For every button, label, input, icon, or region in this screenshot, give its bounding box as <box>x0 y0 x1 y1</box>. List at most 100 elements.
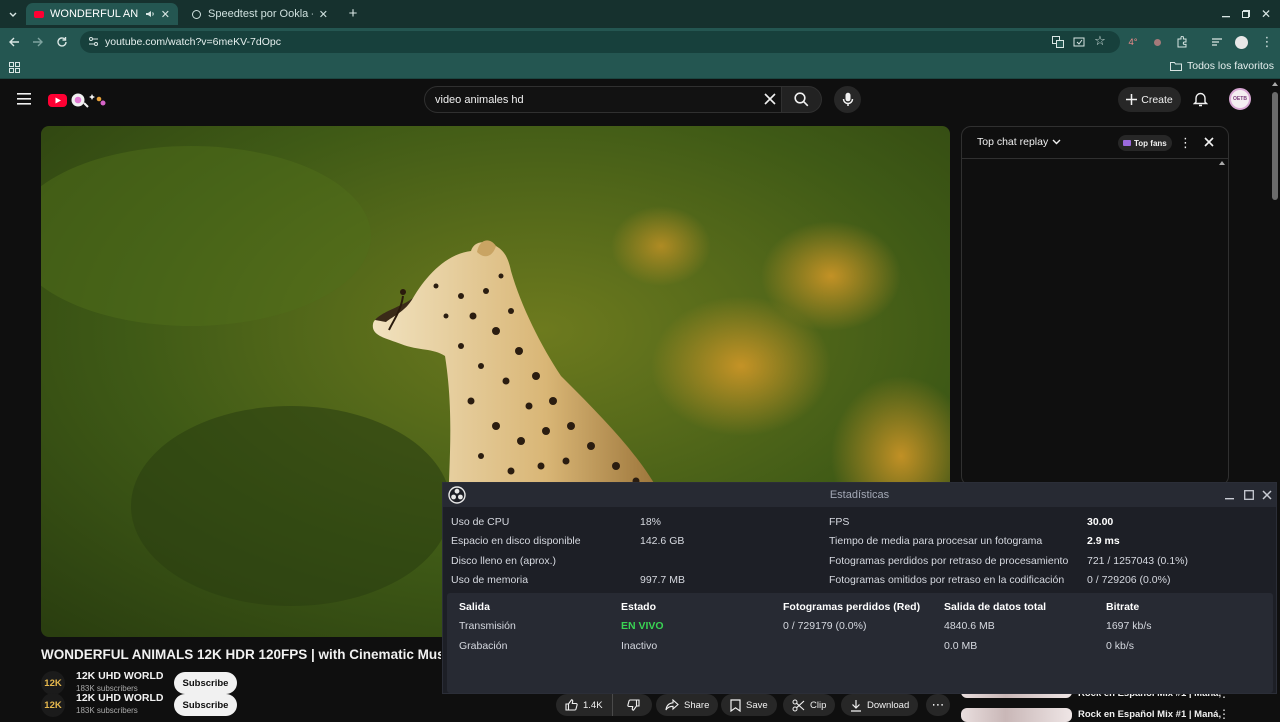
obs-close-icon[interactable] <box>1262 490 1272 500</box>
channel-avatar[interactable]: 12K <box>41 671 65 695</box>
url-text[interactable]: youtube.com/watch?v=6meKV-7dOpc <box>105 36 281 48</box>
channel-name[interactable]: 12K UHD WORLD <box>76 670 164 682</box>
stat-label-disk-full: Disco lleno en (aprox.) <box>451 555 557 567</box>
dislike-button[interactable] <box>618 694 649 716</box>
chat-mode-dropdown[interactable]: Top chat replay <box>977 136 1061 148</box>
extension-badge-icon[interactable]: 4° <box>1124 34 1142 50</box>
save-button[interactable]: Save <box>721 694 777 716</box>
search-icon <box>794 92 809 107</box>
table-cell: 0 / 729179 (0.0%) <box>783 620 867 632</box>
like-dislike-group: 1.4K <box>556 694 652 716</box>
top-fans-label: Top fans <box>1134 138 1167 148</box>
recommended-title[interactable]: Rock en Español Mix #1 | Maná, <box>1078 709 1221 720</box>
table-header: Fotogramas perdidos (Red) <box>783 601 921 613</box>
chat-scroll-up-icon[interactable] <box>1219 161 1225 165</box>
download-button[interactable]: Download <box>841 694 919 716</box>
tab-youtube[interactable]: WONDERFUL ANIMALS ✕ <box>26 3 178 25</box>
cast-icon[interactable] <box>1071 34 1087 50</box>
clear-search-icon[interactable] <box>764 93 776 105</box>
youtube-doodle-logo[interactable] <box>48 91 108 109</box>
like-button[interactable]: 1.4K <box>556 694 613 716</box>
table-cell: 0.0 MB <box>944 640 978 652</box>
site-info-icon[interactable] <box>88 36 99 47</box>
stat-label-lagged-frames: Fotogramas perdidos por retraso de proce… <box>829 555 1069 567</box>
stat-value-render-time: 2.9 ms <box>1087 535 1120 547</box>
close-window-icon[interactable]: ✕ <box>1258 6 1274 22</box>
voice-search-button[interactable] <box>834 86 861 113</box>
close-tab-icon[interactable]: ✕ <box>161 8 170 21</box>
clip-button[interactable]: Clip <box>783 694 836 716</box>
stat-value-memory: 997.7 MB <box>640 574 685 586</box>
download-icon <box>851 699 861 712</box>
save-label: Save <box>746 699 768 711</box>
account-avatar-text: OETB <box>1233 96 1247 102</box>
guide-menu-icon[interactable] <box>17 93 31 105</box>
tab-strip: WONDERFUL ANIMALS ✕ Speedtest por Ookla … <box>0 0 1280 28</box>
close-tab-icon[interactable]: ✕ <box>319 8 328 21</box>
recommended-more-icon[interactable]: ⋮ <box>1218 707 1230 721</box>
obs-outputs-table: Salida Estado Fotogramas perdidos (Red) … <box>447 593 1273 693</box>
close-chat-icon[interactable] <box>1204 137 1214 147</box>
scroll-up-arrow-icon[interactable] <box>1272 82 1278 86</box>
channel-avatar[interactable]: 12K <box>41 693 65 717</box>
apps-grid-icon[interactable] <box>6 59 22 75</box>
video-title: WONDERFUL ANIMALS 12K HDR 120FPS | with … <box>41 647 441 662</box>
record-extension-icon[interactable] <box>1149 34 1165 50</box>
bookmark-star-icon[interactable]: ☆ <box>1092 33 1108 49</box>
tab-title: WONDERFUL ANIMALS <box>50 8 139 20</box>
more-actions-button[interactable]: ⋯ <box>926 694 950 716</box>
tab-speedtest[interactable]: Speedtest por Ookla - La ✕ <box>184 3 336 25</box>
speedtest-favicon-icon <box>192 9 201 19</box>
table-cell: 4840.6 MB <box>944 620 995 632</box>
table-cell: 0 kb/s <box>1106 640 1135 652</box>
account-avatar[interactable]: OETB <box>1229 88 1251 110</box>
search-query-text[interactable]: video animales hd <box>435 94 524 106</box>
new-tab-icon[interactable]: + <box>345 5 361 22</box>
tab-search-icon[interactable] <box>5 6 21 22</box>
status-live-badge: EN VIVO <box>621 620 664 632</box>
reload-icon[interactable] <box>54 34 70 50</box>
search-button[interactable] <box>782 86 822 113</box>
obs-titlebar[interactable]: Estadísticas <box>443 483 1276 507</box>
microphone-icon <box>842 92 853 106</box>
address-bar[interactable]: youtube.com/watch?v=6meKV-7dOpc <box>80 31 1120 53</box>
table-cell: 1697 kb/s <box>1106 620 1152 632</box>
stat-label-memory: Uso de memoria <box>451 574 529 586</box>
share-button[interactable]: Share <box>656 694 719 716</box>
top-fans-chip[interactable]: Top fans <box>1118 135 1172 151</box>
obs-window-title: Estadísticas <box>829 489 890 501</box>
page-scrollbar-thumb[interactable] <box>1272 92 1278 200</box>
back-icon[interactable] <box>6 34 22 50</box>
audio-playing-icon[interactable] <box>145 9 155 19</box>
tab-title: Speedtest por Ookla - La <box>208 8 313 20</box>
stat-label-disk-space: Espacio en disco disponible <box>451 535 581 547</box>
table-header: Salida <box>459 601 490 613</box>
subscribe-button[interactable]: Subscribe <box>174 672 237 694</box>
forward-icon[interactable] <box>30 34 46 50</box>
chat-more-icon[interactable]: ⋮ <box>1179 135 1192 151</box>
chat-mode-label: Top chat replay <box>977 136 1049 148</box>
bookmarks-bar: Todos los favoritos <box>0 56 1280 79</box>
crown-icon <box>1123 140 1131 146</box>
stat-value-fps: 30.00 <box>1087 516 1114 528</box>
obs-minimize-icon[interactable] <box>1225 491 1234 500</box>
subscribe-button[interactable]: Subscribe <box>174 694 237 716</box>
profile-avatar-icon[interactable] <box>1233 34 1249 50</box>
translate-icon[interactable] <box>1050 34 1066 50</box>
notifications-bell-icon[interactable] <box>1193 91 1208 107</box>
extensions-puzzle-icon[interactable] <box>1174 34 1190 50</box>
obs-maximize-icon[interactable] <box>1244 490 1254 500</box>
minimize-window-icon[interactable] <box>1218 6 1234 22</box>
create-button[interactable]: Create <box>1118 87 1181 112</box>
search-input[interactable]: video animales hd <box>424 86 782 113</box>
like-count: 1.4K <box>583 699 603 711</box>
all-bookmarks-folder[interactable]: Todos los favoritos <box>1170 60 1274 72</box>
table-cell: Grabación <box>459 640 508 652</box>
chevron-down-icon <box>1052 139 1061 145</box>
chat-header: Top chat replay Top fans ⋮ <box>962 127 1228 159</box>
channel-name[interactable]: 12K UHD WORLD <box>76 692 164 704</box>
obs-stats-window: Estadísticas Uso de CPU 18% Espacio en d… <box>442 482 1277 694</box>
restore-window-icon[interactable] <box>1238 6 1254 22</box>
chrome-menu-icon[interactable]: ⋮ <box>1259 34 1275 50</box>
reading-list-icon[interactable] <box>1209 34 1225 50</box>
